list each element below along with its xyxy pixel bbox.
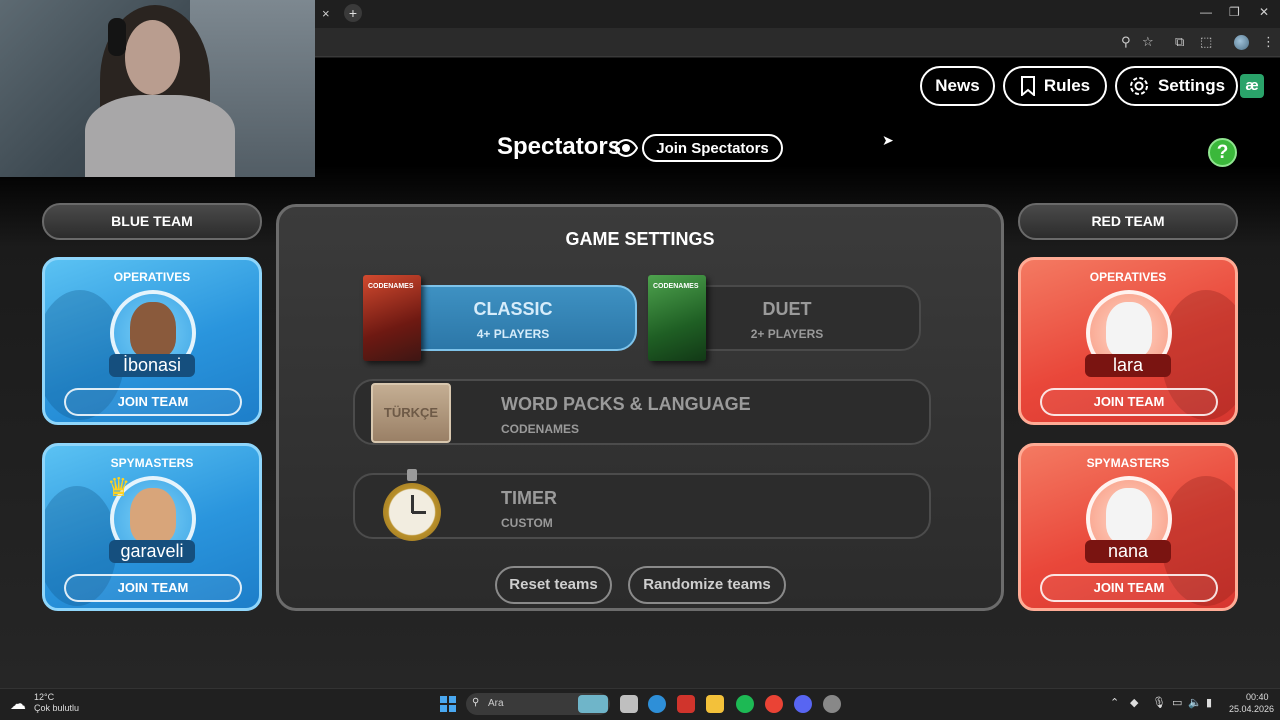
rules-label: Rules (1043, 76, 1091, 95)
gear-icon (1129, 77, 1148, 95)
word-packs-title: WORD PACKS & LANGUAGE (501, 394, 751, 414)
blue-spymasters-role: SPYMASTERS (110, 456, 194, 470)
help-button[interactable]: ? (1208, 138, 1237, 167)
settings-button[interactable]: Settings (1115, 66, 1238, 106)
blue-spymaster-name: garaveli (109, 540, 195, 563)
star-icon[interactable]: ☆ (1142, 34, 1154, 50)
stopwatch-knob (407, 469, 417, 481)
red-operatives-join-button[interactable]: JOIN TEAM (1040, 388, 1218, 416)
timer-option[interactable]: TIMER CUSTOM (353, 469, 931, 541)
taskbar-clock-date[interactable]: 25.04.2026 (1229, 704, 1274, 714)
app-icon[interactable] (823, 695, 841, 713)
windows-taskbar (0, 688, 1280, 720)
pdf-app-icon[interactable] (677, 695, 695, 713)
blue-operatives-join-button[interactable]: JOIN TEAM (64, 388, 242, 416)
webcam-overlay (0, 0, 315, 177)
windows-start-icon[interactable] (440, 696, 456, 712)
red-operative-name: lara (1085, 354, 1171, 377)
zoom-icon[interactable]: ⚲ (1121, 34, 1131, 50)
box-label: CODENAMES (653, 283, 699, 290)
red-spymasters-role: SPYMASTERS (1086, 456, 1170, 470)
bookmark-icon (1020, 76, 1035, 96)
blue-spymasters-join-button[interactable]: JOIN TEAM (64, 574, 242, 602)
new-tab-button[interactable]: + (344, 4, 362, 22)
woman-avatar (130, 488, 176, 544)
stopwatch-icon (383, 483, 441, 541)
red-spymasters-card: SPYMASTERS nana JOIN TEAM (1018, 443, 1238, 611)
close-window-icon[interactable]: ✕ (1259, 5, 1269, 19)
profile-icon[interactable] (1234, 35, 1249, 50)
word-packs-sub: CODENAMES (501, 422, 580, 436)
red-team-header: RED TEAM (1018, 203, 1238, 240)
blue-operatives-role: OPERATIVES (113, 270, 191, 284)
box-label: CODENAMES (368, 283, 414, 290)
timer-sub: CUSTOM (501, 516, 553, 530)
codenames-classic-box: CODENAMES (363, 275, 421, 361)
tray-app-icon[interactable]: ◆ (1130, 696, 1138, 709)
join-spectators-button[interactable]: Join Spectators (642, 134, 783, 162)
kebab-menu-icon[interactable]: ⋮ (1262, 34, 1275, 50)
snowman-avatar (1106, 302, 1152, 358)
task-view-icon[interactable] (620, 695, 638, 713)
weather-description[interactable]: Çok bulutlu (34, 703, 79, 713)
search-highlight-icon[interactable] (578, 695, 608, 713)
spotify-icon[interactable] (736, 695, 754, 713)
blue-operative-name: İbonasi (109, 354, 195, 377)
discord-icon[interactable] (794, 695, 812, 713)
news-button[interactable]: News (920, 66, 995, 106)
red-spymaster-name: nana (1085, 540, 1171, 563)
taskbar-clock-time[interactable]: 00:40 (1246, 692, 1269, 702)
tray-overflow-icon[interactable]: ⌃ (1110, 696, 1119, 709)
red-operatives-card: OPERATIVES lara JOIN TEAM (1018, 257, 1238, 425)
news-label: News (935, 76, 980, 95)
snowman-avatar (1106, 488, 1152, 544)
extension-icon[interactable]: ⧉ (1175, 34, 1184, 50)
spectators-title: Spectators (497, 133, 622, 160)
game-settings-title: GAME SETTINGS (565, 229, 715, 249)
search-icon: ⚲ (472, 697, 480, 708)
codenames-duet-box: CODENAMES (648, 275, 706, 361)
minimize-window-icon[interactable]: — (1200, 5, 1212, 19)
chrome-icon[interactable] (765, 695, 783, 713)
mouse-cursor-icon: ➤ (882, 132, 894, 148)
red-operatives-role: OPERATIVES (1089, 270, 1167, 284)
timer-title: TIMER (501, 488, 557, 508)
blue-operatives-card: OPERATIVES İbonasi JOIN TEAM (42, 257, 262, 425)
close-tab-icon[interactable]: × (322, 6, 330, 21)
red-spymasters-join-button[interactable]: JOIN TEAM (1040, 574, 1218, 602)
settings-label: Settings (1157, 76, 1226, 95)
battery-icon[interactable]: ▮ (1206, 696, 1212, 709)
crown-icon: ♛ (107, 472, 131, 502)
weather-cloud-icon[interactable]: ☁ (10, 694, 26, 714)
ae-extension-badge[interactable]: æ (1240, 74, 1264, 98)
microphone-icon[interactable]: 🎙 (1152, 696, 1166, 709)
blue-spymasters-card: SPYMASTERS ♛ garaveli JOIN TEAM (42, 443, 262, 611)
randomize-teams-button[interactable]: Randomize teams (628, 566, 786, 604)
dog-avatar (130, 302, 176, 358)
edge-browser-icon[interactable] (648, 695, 666, 713)
language-card: TÜRKÇE (371, 383, 451, 443)
restore-window-icon[interactable]: ❐ (1229, 5, 1240, 19)
game-settings-panel: GAME SETTINGS CLASSIC 4+ PLAYERS CODENAM… (276, 204, 1004, 611)
network-icon[interactable]: ▭ (1172, 696, 1182, 709)
speaker-icon[interactable]: 🔈 (1188, 696, 1202, 709)
blue-team-header: BLUE TEAM (42, 203, 262, 240)
eye-icon (614, 138, 638, 158)
rules-button[interactable]: Rules (1003, 66, 1107, 106)
file-explorer-icon[interactable] (706, 695, 724, 713)
reset-teams-button[interactable]: Reset teams (495, 566, 612, 604)
weather-temperature[interactable]: 12°C (34, 692, 54, 702)
puzzle-icon[interactable]: ⬚ (1200, 34, 1212, 50)
word-packs-option[interactable]: TÜRKÇE WORD PACKS & LANGUAGE CODENAMES (353, 379, 931, 445)
